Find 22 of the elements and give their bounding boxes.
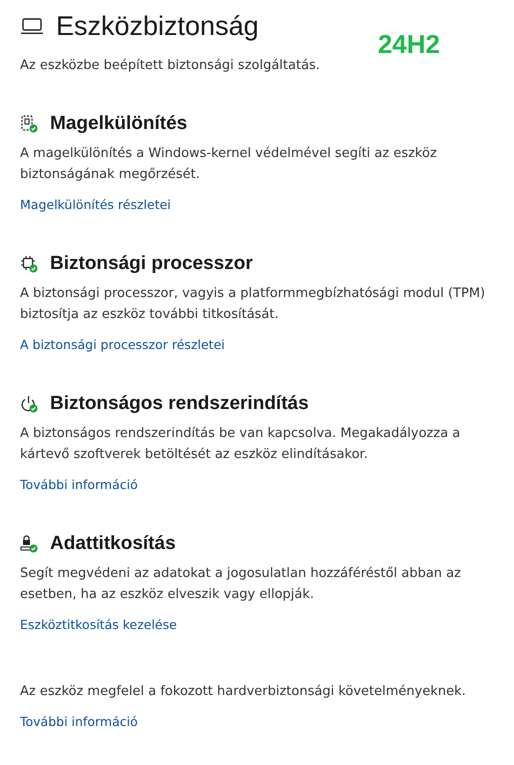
version-label: 24H2 [378, 31, 440, 57]
section-heading: Biztonságos rendszerindítás [50, 393, 309, 415]
dashed-chip-icon [20, 115, 38, 133]
page-title: Eszközbiztonság [56, 10, 259, 42]
section-description: Segít megvédeni az adatokat a jogosulatlan hozzáféréstől abban az esetben, ha az eszköz elveszik vagy ellopják. [20, 565, 462, 604]
section-heading: Biztonsági processzor [50, 253, 253, 275]
page-subtitle: Az eszközbe beépített biztonsági szolgáltatás. [20, 58, 321, 73]
details-link[interactable]: Eszköztitkosítás kezelése [20, 617, 177, 632]
details-link[interactable]: További információ [20, 477, 138, 492]
more-info-link[interactable]: További információ [20, 714, 138, 729]
lock-drive-icon [20, 535, 38, 553]
section-description: A magelkülönítés a Windows-kernel védelmével segíti az eszköz biztonságának megőrzését. [20, 145, 438, 184]
section-description: A biztonsági processzor, vagyis a platformmegbízhatósági modul (TPM) biztosítja az eszköz további titkosítását. [20, 285, 486, 324]
details-link[interactable]: Magelkülönítés részletei [20, 197, 171, 212]
chip-icon [20, 255, 38, 273]
section-description: A biztonságos rendszerindítás be van kapcsolva. Megakadályozza a kártevő szoftverek betöltését az eszköz elindításakor. [20, 425, 462, 464]
power-icon [20, 395, 38, 413]
details-link[interactable]: A biztonsági processzor részletei [20, 337, 225, 352]
section-heading: Magelkülönítés [50, 113, 188, 135]
section-heading: Adattitkosítás [50, 533, 176, 555]
laptop-icon [20, 17, 44, 35]
compliance-text: Az eszköz megfelel a fokozott hardverbiztonsági követelményeknek. [20, 683, 467, 701]
